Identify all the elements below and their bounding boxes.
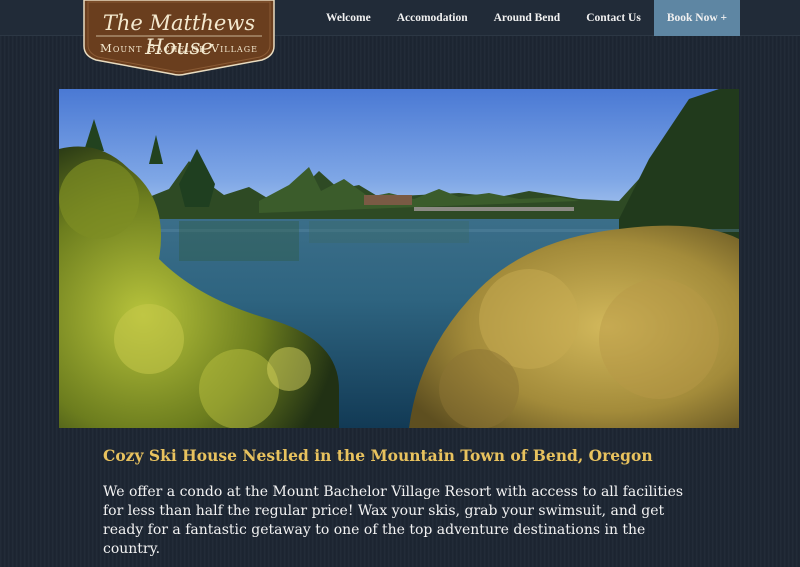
lake-photo xyxy=(59,89,739,428)
page-heading: Cozy Ski House Nestled in the Mountain T… xyxy=(103,446,653,465)
logo-subtitle: Mount Bachelor Village xyxy=(100,41,258,55)
nav-around-bend[interactable]: Around Bend xyxy=(481,0,574,36)
main-nav: Welcome Accomodation Around Bend Contact… xyxy=(313,0,741,36)
book-now-button[interactable]: Book Now + xyxy=(653,0,741,36)
nav-welcome[interactable]: Welcome xyxy=(313,0,384,36)
main-content: Cozy Ski House Nestled in the Mountain T… xyxy=(103,446,703,559)
nav-accomodation[interactable]: Accomodation xyxy=(384,0,481,36)
nav-contact-us[interactable]: Contact Us xyxy=(573,0,654,36)
hero-lake-image xyxy=(59,89,739,428)
intro-paragraph: We offer a condo at the Mount Bachelor V… xyxy=(103,484,684,557)
site-logo[interactable]: The Matthews House Mount Bachelor Villag… xyxy=(82,0,276,76)
